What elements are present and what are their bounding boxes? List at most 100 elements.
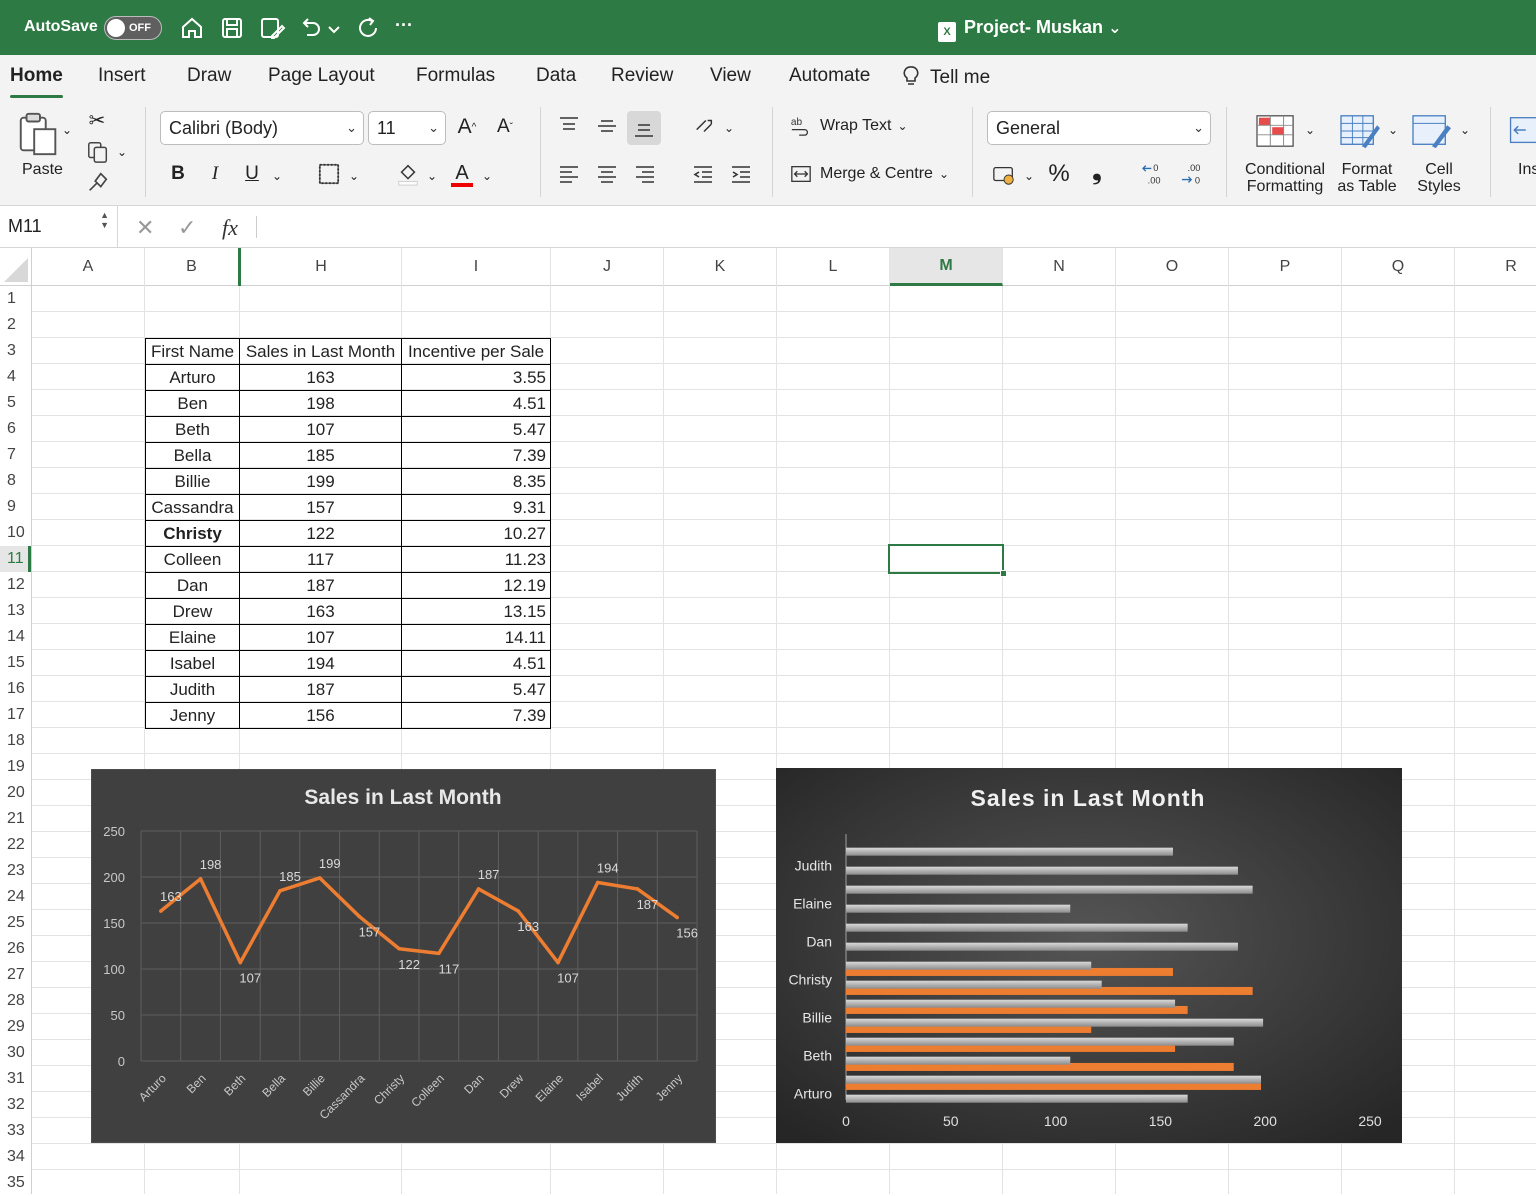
row-header-23[interactable]: 23 [0,858,31,884]
decrease-decimal-icon[interactable]: .00 0 [1178,159,1210,189]
column-header-j[interactable]: J [551,248,664,286]
table-cell[interactable]: 5.47 [401,416,551,443]
orientation-icon[interactable] [690,113,718,139]
format-table-chevron-icon[interactable]: ⌄ [1388,123,1398,137]
cond-fmt-chevron-icon[interactable]: ⌄ [1305,123,1315,137]
table-cell[interactable]: 3.55 [401,364,551,391]
paste-chevron-icon[interactable]: ⌄ [62,123,72,137]
decrease-indent-icon[interactable] [690,161,716,187]
font-size-select[interactable]: 11 ⌄ [368,111,446,145]
conditional-formatting-label[interactable]: Conditional Formatting [1240,161,1330,195]
bar-chart[interactable]: Sales in Last Month 0 50 100 150 200 250 Arturo… [776,768,1402,1143]
cell-styles-icon[interactable] [1410,111,1454,151]
table-cell[interactable]: 163 [239,364,402,391]
table-cell[interactable]: Isabel [145,650,240,677]
table-cell[interactable]: Cassandra [145,494,240,521]
selected-cell-m11[interactable] [888,544,1007,577]
insert-cells-icon[interactable] [1506,111,1536,151]
save-icon[interactable] [218,14,246,42]
row-header-1[interactable]: 1 [0,286,31,312]
table-cell[interactable]: 7.39 [401,702,551,729]
undo-icon[interactable] [296,14,324,42]
font-color-icon[interactable]: A [448,159,476,189]
tab-home[interactable]: Home [10,65,63,98]
align-top-icon[interactable] [556,113,582,139]
row-header-17[interactable]: 17 [0,702,31,728]
formula-input[interactable] [262,206,1536,248]
paste-label[interactable]: Paste [22,161,63,178]
format-as-table-icon[interactable] [1338,111,1382,151]
table-cell[interactable]: 117 [239,546,402,573]
row-header-31[interactable]: 31 [0,1066,31,1092]
table-cell[interactable]: 4.51 [401,650,551,677]
increase-decimal-icon[interactable]: 0.00 [1140,159,1172,189]
cell-styles-chevron-icon[interactable]: ⌄ [1460,123,1470,137]
underline-button[interactable]: U [240,161,264,187]
column-header-m[interactable]: M [890,248,1003,286]
column-header-r[interactable]: R [1455,248,1536,286]
column-header-cell[interactable]: First Name [145,338,240,365]
accounting-format-icon[interactable] [990,161,1018,189]
align-left-icon[interactable] [556,161,582,187]
column-header-q[interactable]: Q [1342,248,1455,286]
table-cell[interactable]: Christy [145,520,240,547]
tab-formulas[interactable]: Formulas [416,65,495,87]
table-cell[interactable]: Colleen [145,546,240,573]
decrease-font-icon[interactable]: Aˇ [492,113,518,141]
row-header-30[interactable]: 30 [0,1040,31,1066]
cell-styles-label[interactable]: Cell Styles [1408,161,1470,195]
tab-page-layout[interactable]: Page Layout [268,65,375,87]
column-header-i[interactable]: I [402,248,551,286]
document-title[interactable]: X Project- Muskan ⌄ [938,17,1121,42]
fill-handle[interactable] [1000,570,1007,577]
row-header-15[interactable]: 15 [0,650,31,676]
row-header-20[interactable]: 20 [0,780,31,806]
row-header-25[interactable]: 25 [0,910,31,936]
table-cell[interactable]: 13.15 [401,598,551,625]
increase-font-icon[interactable]: A ^ [454,113,480,141]
underline-chevron-icon[interactable]: ⌄ [272,169,282,183]
fill-chevron-icon[interactable]: ⌄ [427,169,437,183]
table-cell[interactable]: 7.39 [401,442,551,469]
format-as-table-label[interactable]: Format as Table [1330,161,1404,195]
sheet-grid[interactable]: First Name Sales in Last Month Incentive p… [32,286,1536,1194]
row-header-6[interactable]: 6 [0,416,31,442]
line-chart[interactable]: Sales in Last Month 0 50 100 150 200 250 163 198… [91,769,716,1143]
column-header-p[interactable]: P [1229,248,1342,286]
tab-automate[interactable]: Automate [789,65,870,87]
column-header-cell[interactable]: Incentive per Sale [401,338,551,365]
row-header-2[interactable]: 2 [0,312,31,338]
align-right-icon[interactable] [632,161,658,187]
table-cell[interactable]: Jenny [145,702,240,729]
tab-review[interactable]: Review [611,65,673,87]
table-cell[interactable]: 107 [239,624,402,651]
row-header-21[interactable]: 21 [0,806,31,832]
table-cell[interactable]: Elaine [145,624,240,651]
table-cell[interactable]: Bella [145,442,240,469]
table-cell[interactable]: 157 [239,494,402,521]
row-header-27[interactable]: 27 [0,962,31,988]
row-header-19[interactable]: 19 [0,754,31,780]
align-center-icon[interactable] [594,161,620,187]
save-as-icon[interactable] [258,14,286,42]
font-name-select[interactable]: Calibri (Body) ⌄ [160,111,364,145]
cut-icon[interactable]: ✂ [86,109,108,132]
increase-indent-icon[interactable] [728,161,754,187]
cancel-icon[interactable]: ✕ [136,215,154,241]
row-header-3[interactable]: 3 [0,338,31,364]
tell-me[interactable]: Tell me [902,65,990,89]
row-header-29[interactable]: 29 [0,1014,31,1040]
italic-button[interactable]: I [203,161,227,187]
row-header-11[interactable]: 11 [0,546,31,572]
row-header-34[interactable]: 34 [0,1144,31,1170]
accounting-chevron-icon[interactable]: ⌄ [1024,169,1034,183]
percent-style-button[interactable]: % [1044,159,1074,189]
undo-dropdown-chevron-icon[interactable] [326,14,342,42]
row-header-28[interactable]: 28 [0,988,31,1014]
column-header-l[interactable]: L [777,248,890,286]
fill-color-icon[interactable] [394,159,422,189]
table-cell[interactable]: 11.23 [401,546,551,573]
more-options-icon[interactable]: ··· [395,15,413,36]
home-icon[interactable] [178,14,206,42]
table-cell[interactable]: 12.19 [401,572,551,599]
